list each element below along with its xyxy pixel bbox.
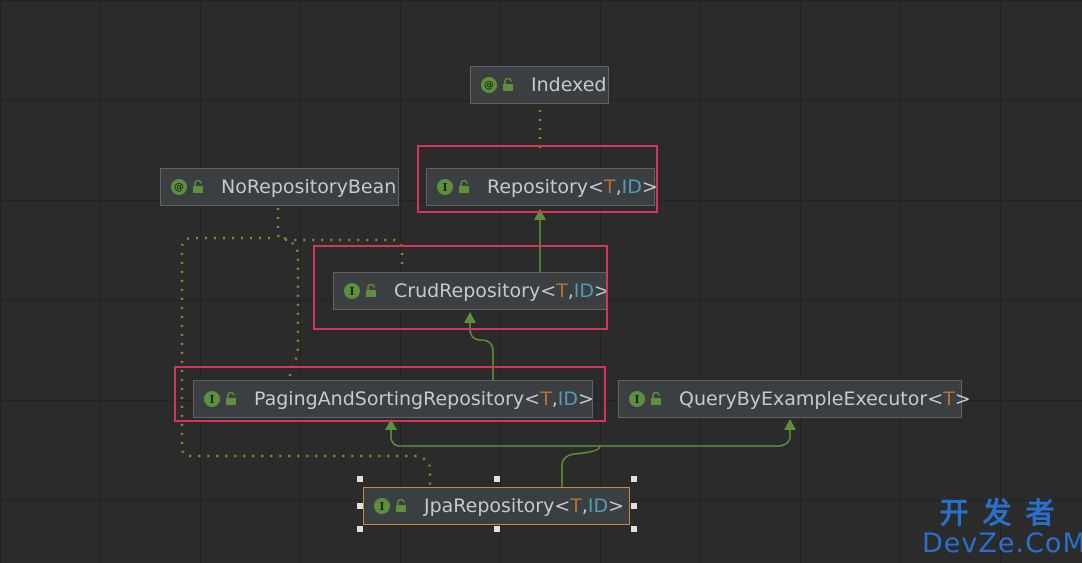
watermark-logo: 开发者 DevZe.CoM [922,496,1082,559]
lock-open-icon [651,392,661,405]
node-name: Indexed [531,74,607,96]
resize-handle-bottom-right[interactable] [631,526,637,532]
resize-handle-mid-right[interactable] [631,503,637,509]
resize-handle-top-mid[interactable] [494,476,500,482]
lock-open-icon [193,180,203,193]
resize-handle-bottom-left[interactable] [357,526,363,532]
watermark-line-1: 开发者 [939,496,1069,530]
type-param: ID [587,495,609,517]
lock-open-icon [396,499,406,512]
interface-badge-icon: I [374,498,390,514]
node-jparepository[interactable]: I JpaRepository < T, ID > [363,487,630,525]
resize-handle-top-left[interactable] [357,476,363,482]
node-name: NoRepositoryBean [221,176,397,198]
node-querybyexampleexecutor[interactable]: I QueryByExampleExecutor < T > [618,380,971,418]
node-indexed[interactable]: @ Indexed [470,66,609,104]
node-norepositorybean[interactable]: @ NoRepositoryBean [160,168,399,206]
type-param: T [943,388,955,410]
node-name: QueryByExampleExecutor [679,388,928,410]
highlight-crudrepository [313,245,608,330]
interface-badge-icon: I [629,391,645,407]
watermark-line-2: DevZe.CoM [922,528,1082,559]
type-param: T [570,495,582,517]
lock-open-icon [503,78,513,91]
highlight-pagingandsortingrepository [174,366,606,422]
edge-jpa-querybyexample [600,419,796,447]
resize-handle-mid-left[interactable] [357,503,363,509]
annotation-badge-icon: @ [171,179,187,195]
annotation-badge-icon: @ [481,77,497,93]
resize-handle-top-right[interactable] [631,476,637,482]
edge-paging-norepositorybean [283,236,300,380]
resize-handle-bottom-mid[interactable] [494,526,500,532]
highlight-repository [417,145,658,213]
node-name: JpaRepository [424,495,555,517]
